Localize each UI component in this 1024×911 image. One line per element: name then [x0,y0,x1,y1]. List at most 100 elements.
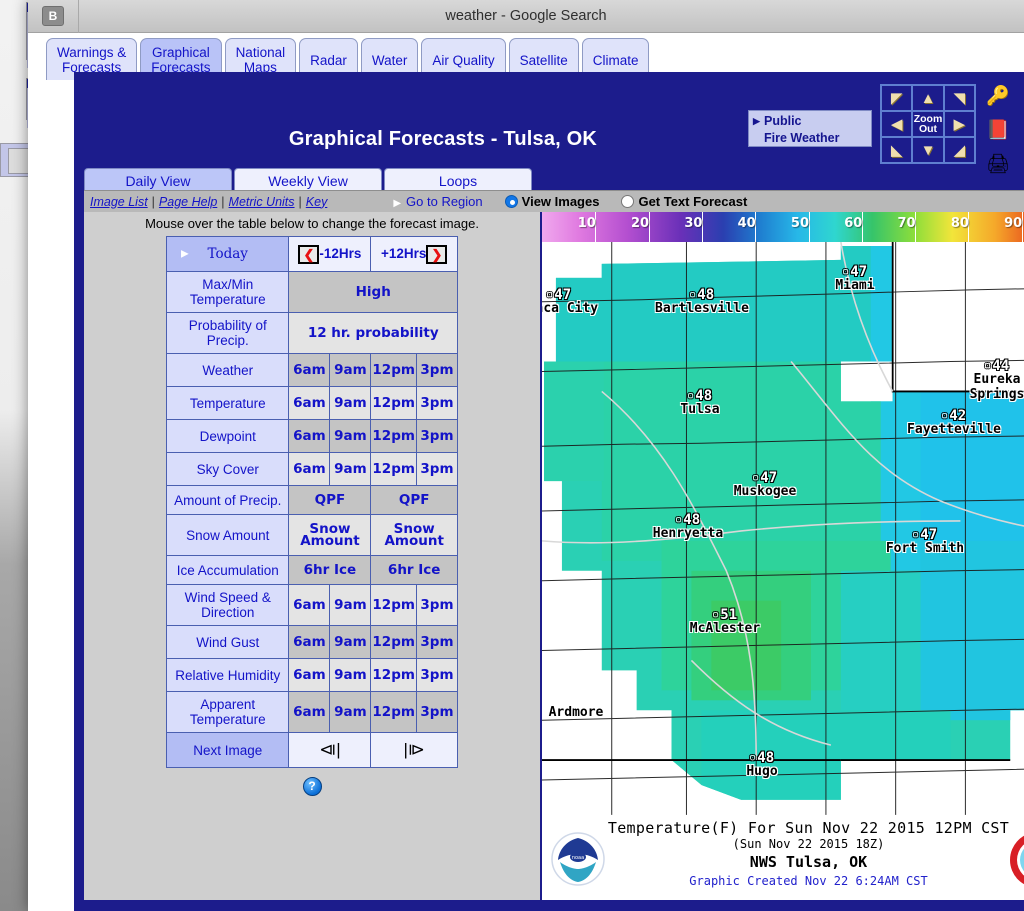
page-link-key[interactable]: Key [306,195,328,209]
forecast-hour-cell-4-2[interactable]: 12pm [370,419,417,453]
forecast-hour-cell-9-2[interactable]: 12pm [370,584,417,626]
forecast-hour-cell-3-2[interactable]: 12pm [370,386,417,420]
row-label: Relative Humidity [165,658,290,692]
svg-text:noaa: noaa [572,855,584,861]
radio-view-images[interactable]: View Images [504,194,600,209]
audience-option-public[interactable]: ▶ Public [753,113,867,130]
forecast-hour-cell-10-3[interactable]: 3pm [415,625,459,659]
forecast-hour-cell-2-1[interactable]: 9am [329,353,372,387]
forecast-span-cell-6-0[interactable]: QPF [288,485,372,515]
selected-marker-icon: ▶ [753,116,760,126]
view-tab-label: Loops [438,173,478,189]
forecast-span-cell-1-0[interactable]: 12 hr. probability [288,312,458,354]
audience-selector[interactable]: ▶ Public Fire Weather [748,110,872,147]
forecast-hour-cell-10-2[interactable]: 12pm [370,625,417,659]
pan-northeast-button[interactable]: ◥ [943,85,975,111]
nws-page: Graphical Forecasts - Tulsa, OK ▶ Public… [74,72,1024,911]
row-label: Max/Min Temperature [165,271,290,313]
forecast-hour-cell-3-3[interactable]: 3pm [415,386,459,420]
colorbar-tick-label: 30 [684,216,703,231]
key-icon[interactable]: 🔑 [986,84,1024,110]
forecast-span-cell-0-0[interactable]: High [288,271,458,313]
audience-option-label: Public [764,114,802,128]
printer-icon[interactable]: 🖨 [986,152,1024,178]
forecast-span-cell-8-0[interactable]: 6hr Ice [288,555,372,585]
forecast-hour-cell-4-0[interactable]: 6am [288,419,331,453]
site-nav-tab-label: Satellite [519,52,568,68]
site-nav-tab-label: Warnings & Forecasts [57,45,127,75]
forecast-hour-cell-12-3[interactable]: 3pm [415,691,459,733]
forecast-hour-cell-9-0[interactable]: 6am [288,584,331,626]
utility-bar: Image List | Page Help | Metric Units | Key ▶ G… [84,190,1024,212]
forecast-hour-cell-11-2[interactable]: 12pm [370,658,417,692]
forecast-hour-cell-10-1[interactable]: 9am [329,625,372,659]
forecast-hour-cell-10-0[interactable]: 6am [288,625,331,659]
forecast-hour-cell-4-1[interactable]: 9am [329,419,372,453]
zoom-out-button[interactable]: Zoom Out [912,111,944,137]
forecast-hour-cell-5-0[interactable]: 6am [288,452,331,486]
forecast-hour-cell-9-1[interactable]: 9am [329,584,372,626]
forecast-span-cell-8-1[interactable]: 6hr Ice [370,555,458,585]
forecast-span-cell-6-1[interactable]: QPF [370,485,458,515]
pan-north-button[interactable]: ▲ [912,85,944,111]
back-12hrs-button[interactable]: ❮ -12Hrs [288,236,372,272]
forecast-hour-cell-11-0[interactable]: 6am [288,658,331,692]
radio-view-images-label: View Images [521,194,600,209]
arrow-southeast-icon: ◢ [953,142,966,159]
temperature-colorbar: 10 20 30 40 50 60 70 80 90 [542,212,1024,242]
forecast-hour-cell-9-3[interactable]: 3pm [415,584,459,626]
forecast-hour-cell-2-2[interactable]: 12pm [370,353,417,387]
page-link-metric-units[interactable]: Metric Units [229,195,295,209]
forecast-hour-cell-5-3[interactable]: 3pm [415,452,459,486]
pan-south-button[interactable]: ▼ [912,137,944,163]
forecast-hour-cell-11-1[interactable]: 9am [329,658,372,692]
table-row: Apparent Temperature 6am 9am 12pm 3pm [165,691,459,733]
audience-option-fire-weather[interactable]: Fire Weather [753,130,867,147]
page-link-image-list[interactable]: Image List [90,195,148,209]
radio-get-text-forecast-label: Get Text Forecast [638,194,748,209]
forecast-hour-cell-5-1[interactable]: 9am [329,452,372,486]
forecast-hour-cell-3-0[interactable]: 6am [288,386,331,420]
pan-east-button[interactable]: ▶ [943,111,975,137]
audience-option-label: Fire Weather [764,131,840,145]
map-created-timestamp: Graphic Created Nov 22 6:24AM CST [689,874,928,888]
help-book-icon[interactable]: 📕 [986,118,1024,144]
page-link-page-help[interactable]: Page Help [159,195,217,209]
site-nav-tab-label: Radar [310,52,347,68]
go-to-region-link[interactable]: ▶ Go to Region [393,194,482,209]
forecast-hour-cell-12-1[interactable]: 9am [329,691,372,733]
forward-12hrs-label: +12Hrs [381,245,427,261]
table-row: Snow Amount Snow Amount Snow Amount [165,514,458,556]
map-zoom-pad[interactable]: ◤ ▲ ◥ ◀ Zoom Out ▶ ◣ ▼ ◢ [880,84,976,164]
forecast-hour-cell-4-3[interactable]: 3pm [415,419,459,453]
forecast-hour-cell-2-3[interactable]: 3pm [415,353,459,387]
forecast-hour-cell-12-2[interactable]: 12pm [370,691,417,733]
pan-west-button[interactable]: ◀ [881,111,913,137]
site-nav-tab-label: Water [371,52,408,68]
next-image-label: Next Image [165,732,290,768]
forecast-hour-cell-5-2[interactable]: 12pm [370,452,417,486]
pan-southwest-button[interactable]: ◣ [881,137,913,163]
pan-southeast-button[interactable]: ◢ [943,137,975,163]
forecast-map-canvas[interactable]: ○47Ponca City○48Bartlesville○47Miami○48T… [542,242,1024,817]
next-image-button[interactable]: |⧐ [370,732,458,768]
nws-logo-icon [1010,835,1024,885]
forecast-hour-cell-2-0[interactable]: 6am [288,353,331,387]
previous-image-button[interactable]: ⧏| [288,732,372,768]
map-caption: noaa Temperature(F) For Sun Nov 22 2015 … [542,817,1024,900]
browser-window: B weather - Google Search Warnings & For… [28,0,1024,911]
forecast-span-cell-7-0[interactable]: Snow Amount [288,514,372,556]
forecast-hour-cell-12-0[interactable]: 6am [288,691,331,733]
forecast-hour-cell-11-3[interactable]: 3pm [415,658,459,692]
current-day-cell[interactable]: ▶ Today [165,236,290,272]
row-label: Sky Cover [165,452,290,486]
page-tool-icons: 🔑 📕 🖨 [986,84,1024,186]
radio-get-text-forecast[interactable]: Get Text Forecast [621,194,747,209]
pan-northwest-button[interactable]: ◤ [881,85,913,111]
help-question-icon[interactable]: ? [302,777,322,796]
forecast-span-cell-7-1[interactable]: Snow Amount [370,514,458,556]
page-links: Image List | Page Help | Metric Units | Key [84,195,327,209]
forecast-hour-cell-3-1[interactable]: 9am [329,386,372,420]
forward-12hrs-button[interactable]: +12Hrs ❯ [370,236,458,272]
view-tab-label: Daily View [125,173,191,189]
